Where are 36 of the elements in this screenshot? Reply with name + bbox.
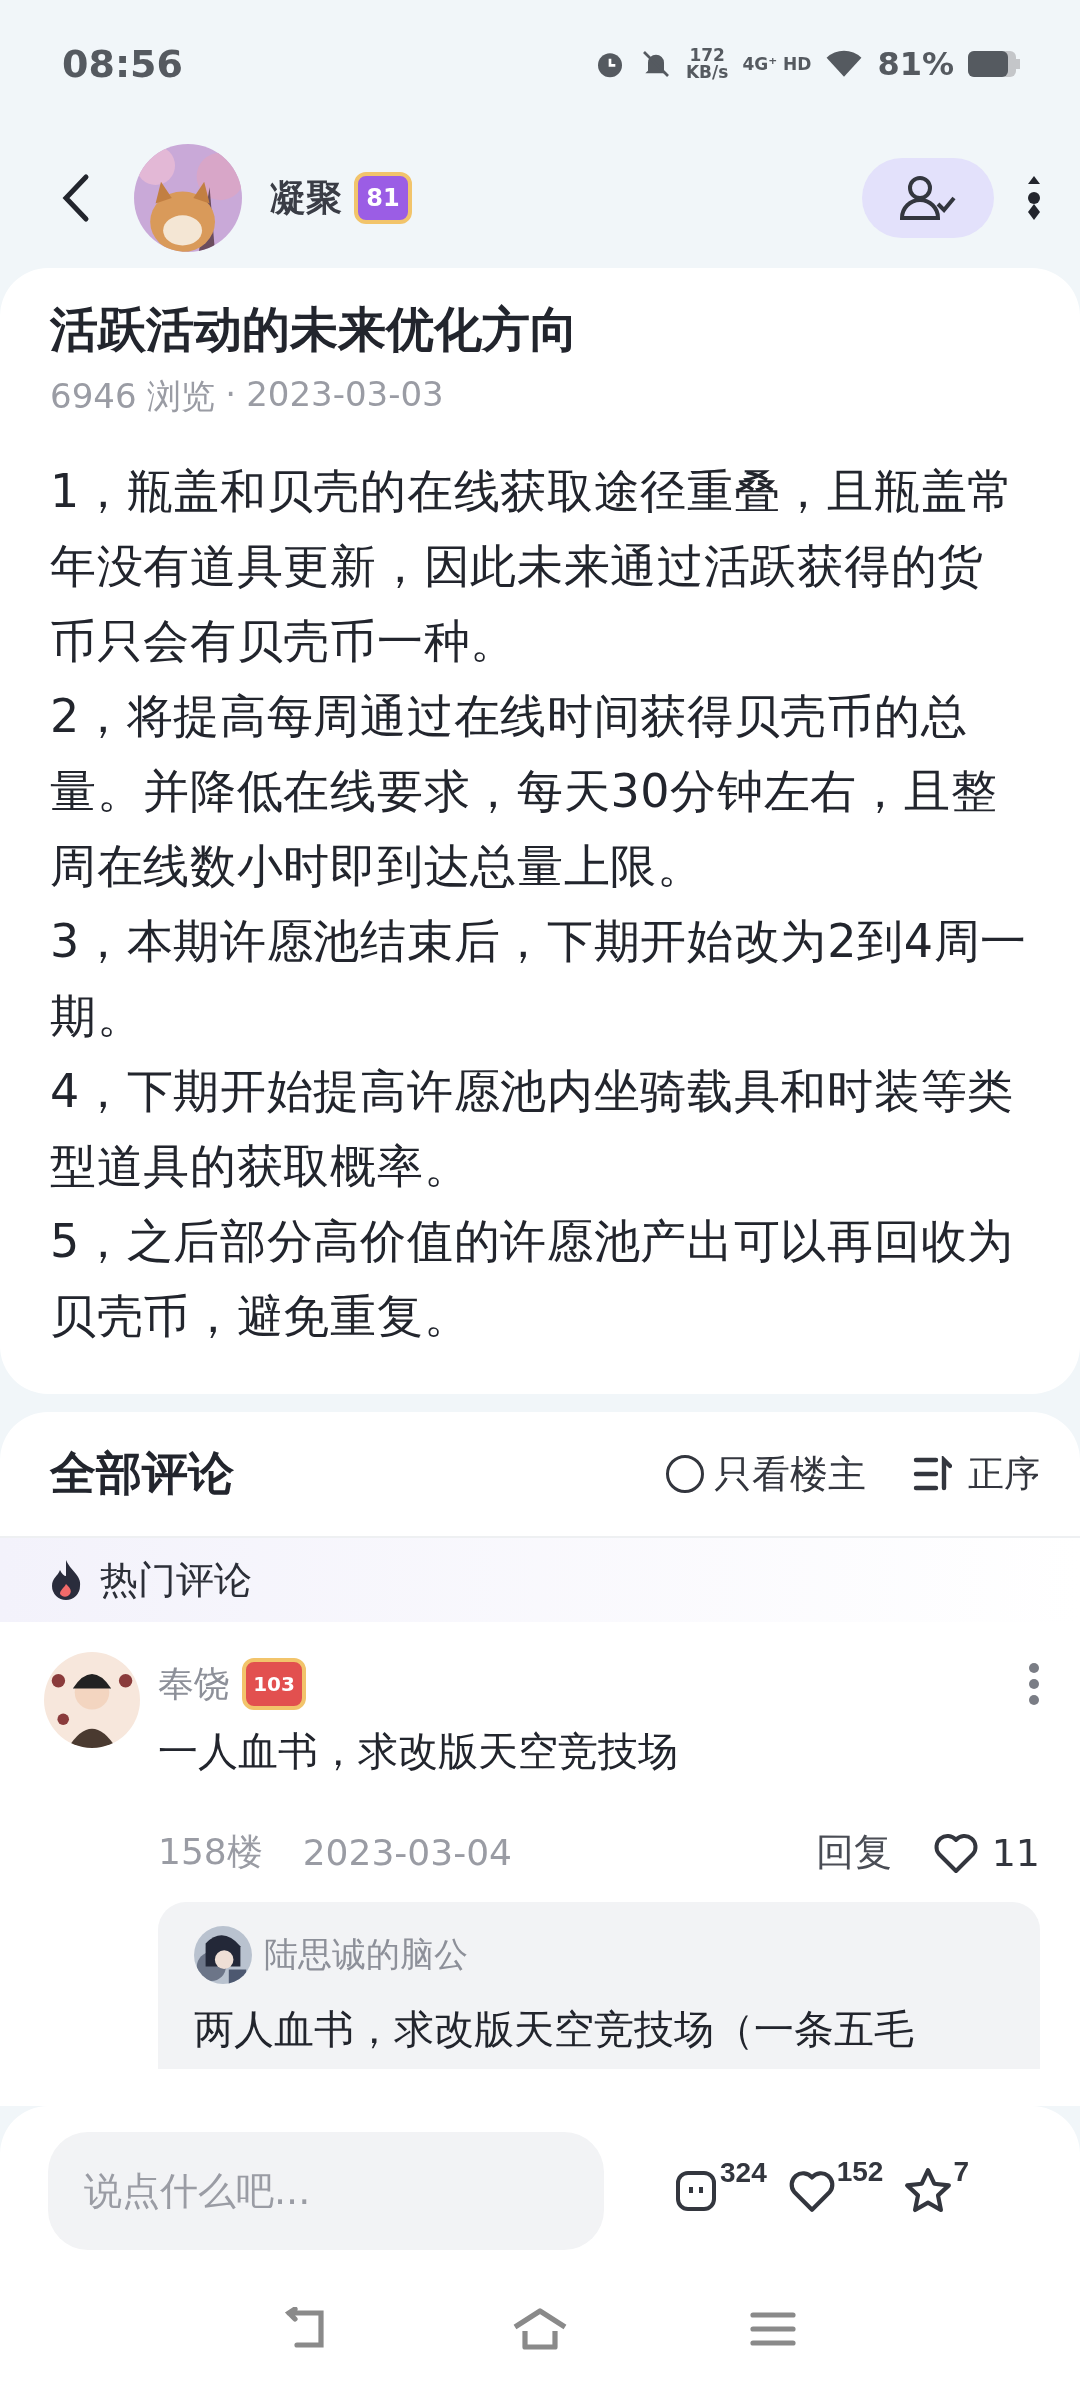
battery-percent: 81% [877,45,954,83]
comments-title: 全部评论 [50,1445,234,1503]
comment-date: 2023-03-04 [302,1832,512,1874]
status-time: 08:56 [62,42,183,86]
sort-button[interactable]: 正序 [912,1449,1040,1499]
comment-input[interactable]: 说点什么吧... [48,2132,604,2250]
fire-icon [50,1560,82,1601]
back-button[interactable] [60,173,90,223]
view-count: 6946 浏览 [50,375,216,419]
comment-text: 一人血书，求改版天空竞技场 [158,1727,679,1777]
post-title: 活跃活动的未来优化方向 [50,300,579,359]
floor-number: 158楼 [158,1830,263,1875]
battery-icon [968,51,1020,77]
post-paragraph: 1，瓶盖和贝壳的在线获取途径重叠，且瓶盖常年没有道具更新，因此未来通过活跃获得的货币只会有贝壳币一种。 [50,463,1015,671]
author-only-filter[interactable]: 只看楼主 [666,1448,866,1500]
network-type: 4G⁺ HD [742,55,812,73]
replier-name: 陆思诚的脑公 [264,1933,468,1977]
hot-comments-label: 热门评论 [100,1556,252,1604]
post-paragraph: 4，下期开始提高许愿池内坐骑载具和时装等类型道具的获取概率。 [50,1063,1015,1196]
separator: · [225,374,237,417]
menu-nav-icon[interactable] [749,2309,797,2349]
post-date: 2023-03-03 [246,374,444,417]
commenter-name: 奉饶 [158,1661,230,1706]
network-speed: 172 KB/s [685,47,729,81]
sort-icon [912,1456,952,1493]
user-check-icon [900,176,956,220]
author-name: 凝聚 [270,175,342,220]
level-badge: 81 [354,172,412,224]
level-badge: 103 [242,1658,306,1711]
home-nav-icon[interactable] [511,2307,569,2351]
reply-button[interactable]: 回复 [815,1827,892,1879]
like-button[interactable]: 11 [931,1828,1040,1877]
post-paragraph: 5，之后部分高价值的许愿池产出可以再回收为贝壳币，避免重复。 [50,1213,1015,1346]
reply-text: 两人血书，求改版天空竞技场（一条五毛 [194,2005,915,2055]
post-paragraph: 3，本期许愿池结束后，下期开始改为2到4周一期。 [50,913,1029,1046]
post-paragraph: 2，将提高每周通过在线时间获得贝壳币的总量。并降低在线要求，每天30分钟左右，且整周在线数小时即到达总量上限。 [50,688,999,896]
